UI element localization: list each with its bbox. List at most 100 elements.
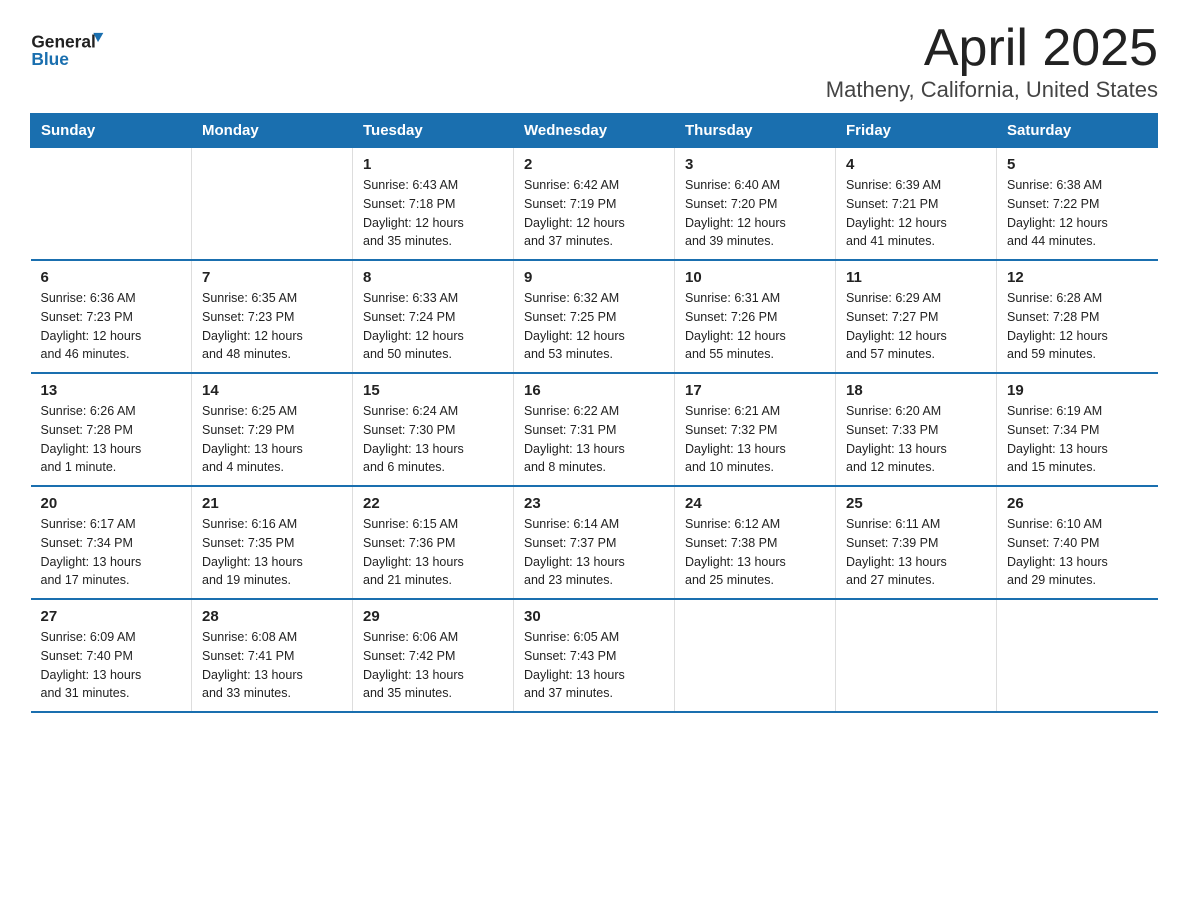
logo-image: General Blue	[30, 20, 110, 75]
calendar-cell: 19 Sunrise: 6:19 AM Sunset: 7:34 PM Dayli…	[997, 373, 1158, 486]
day-number: 27	[41, 608, 182, 625]
calendar-cell: 23 Sunrise: 6:14 AM Sunset: 7:37 PM Dayli…	[514, 486, 675, 599]
calendar-cell: 30Sunrise: 6:05 AM Sunset: 7:43 PM Dayli…	[514, 599, 675, 712]
day-number: 12	[1007, 269, 1148, 286]
calendar-week-3: 20Sunrise: 6:17 AM Sunset: 7:34 PM Dayli…	[31, 486, 1158, 599]
col-sunday: Sunday	[31, 114, 192, 148]
calendar-header-row: Sunday Monday Tuesday Wednesday Thursday…	[31, 114, 1158, 148]
calendar-cell: 14 Sunrise: 6:25 AM Sunset: 7:29 PM Dayli…	[192, 373, 353, 486]
day-info: Sunrise: 6:38 AM Sunset: 7:22 PM Dayligh…	[1007, 176, 1148, 251]
day-info: Sunrise: 6:26 AM Sunset: 7:28 PM Dayligh…	[41, 402, 182, 477]
day-number: 23	[524, 495, 664, 512]
day-info: Sunrise: 6:32 AM Sunset: 7:25 PM Dayligh…	[524, 289, 664, 364]
day-info: Sunrise: 6:09 AM Sunset: 7:40 PM Dayligh…	[41, 628, 182, 703]
col-saturday: Saturday	[997, 114, 1158, 148]
calendar-cell: 15 Sunrise: 6:24 AM Sunset: 7:30 PM Dayli…	[353, 373, 514, 486]
day-info: Sunrise: 6:11 AM Sunset: 7:39 PM Dayligh…	[846, 515, 986, 590]
calendar-cell: 27 Sunrise: 6:09 AM Sunset: 7:40 PM Dayli…	[31, 599, 192, 712]
calendar-cell: 20Sunrise: 6:17 AM Sunset: 7:34 PM Dayli…	[31, 486, 192, 599]
day-info: Sunrise: 6:31 AM Sunset: 7:26 PM Dayligh…	[685, 289, 825, 364]
day-info: Sunrise: 6:14 AM Sunset: 7:37 PM Dayligh…	[524, 515, 664, 590]
calendar-cell: 21 Sunrise: 6:16 AM Sunset: 7:35 PM Dayli…	[192, 486, 353, 599]
day-info: Sunrise: 6:35 AM Sunset: 7:23 PM Dayligh…	[202, 289, 342, 364]
day-number: 15	[363, 382, 503, 399]
calendar-week-0: 1 Sunrise: 6:43 AM Sunset: 7:18 PM Daylig…	[31, 148, 1158, 261]
day-number: 16	[524, 382, 664, 399]
calendar-cell: 1 Sunrise: 6:43 AM Sunset: 7:18 PM Daylig…	[353, 148, 514, 261]
day-number: 11	[846, 269, 986, 286]
title-block: April 2025 Matheny, California, United S…	[826, 20, 1158, 103]
page-header: General Blue April 2025 Matheny, Califor…	[30, 20, 1158, 103]
calendar-week-4: 27 Sunrise: 6:09 AM Sunset: 7:40 PM Dayli…	[31, 599, 1158, 712]
calendar-cell: 8 Sunrise: 6:33 AM Sunset: 7:24 PM Daylig…	[353, 260, 514, 373]
col-thursday: Thursday	[675, 114, 836, 148]
day-info: Sunrise: 6:24 AM Sunset: 7:30 PM Dayligh…	[363, 402, 503, 477]
day-info: Sunrise: 6:36 AM Sunset: 7:23 PM Dayligh…	[41, 289, 182, 364]
calendar-cell: 10 Sunrise: 6:31 AM Sunset: 7:26 PM Dayli…	[675, 260, 836, 373]
day-number: 1	[363, 156, 503, 173]
calendar-cell: 16 Sunrise: 6:22 AM Sunset: 7:31 PM Dayli…	[514, 373, 675, 486]
day-info: Sunrise: 6:43 AM Sunset: 7:18 PM Dayligh…	[363, 176, 503, 251]
calendar-table: Sunday Monday Tuesday Wednesday Thursday…	[30, 113, 1158, 713]
day-info: Sunrise: 6:05 AM Sunset: 7:43 PM Dayligh…	[524, 628, 664, 703]
col-friday: Friday	[836, 114, 997, 148]
calendar-cell: 12 Sunrise: 6:28 AM Sunset: 7:28 PM Dayli…	[997, 260, 1158, 373]
day-number: 4	[846, 156, 986, 173]
day-number: 21	[202, 495, 342, 512]
calendar-cell: 18Sunrise: 6:20 AM Sunset: 7:33 PM Dayli…	[836, 373, 997, 486]
day-number: 26	[1007, 495, 1148, 512]
day-info: Sunrise: 6:40 AM Sunset: 7:20 PM Dayligh…	[685, 176, 825, 251]
day-info: Sunrise: 6:33 AM Sunset: 7:24 PM Dayligh…	[363, 289, 503, 364]
calendar-cell: 5 Sunrise: 6:38 AM Sunset: 7:22 PM Daylig…	[997, 148, 1158, 261]
day-info: Sunrise: 6:17 AM Sunset: 7:34 PM Dayligh…	[41, 515, 182, 590]
calendar-cell	[675, 599, 836, 712]
day-number: 3	[685, 156, 825, 173]
day-number: 6	[41, 269, 182, 286]
day-number: 19	[1007, 382, 1148, 399]
day-number: 2	[524, 156, 664, 173]
day-number: 13	[41, 382, 182, 399]
calendar-cell: 17 Sunrise: 6:21 AM Sunset: 7:32 PM Dayli…	[675, 373, 836, 486]
col-tuesday: Tuesday	[353, 114, 514, 148]
day-info: Sunrise: 6:42 AM Sunset: 7:19 PM Dayligh…	[524, 176, 664, 251]
calendar-cell: 6 Sunrise: 6:36 AM Sunset: 7:23 PM Daylig…	[31, 260, 192, 373]
day-number: 22	[363, 495, 503, 512]
day-number: 17	[685, 382, 825, 399]
day-info: Sunrise: 6:19 AM Sunset: 7:34 PM Dayligh…	[1007, 402, 1148, 477]
day-info: Sunrise: 6:16 AM Sunset: 7:35 PM Dayligh…	[202, 515, 342, 590]
day-info: Sunrise: 6:39 AM Sunset: 7:21 PM Dayligh…	[846, 176, 986, 251]
day-number: 9	[524, 269, 664, 286]
calendar-week-2: 13 Sunrise: 6:26 AM Sunset: 7:28 PM Dayli…	[31, 373, 1158, 486]
day-number: 24	[685, 495, 825, 512]
calendar-cell: 26 Sunrise: 6:10 AM Sunset: 7:40 PM Dayli…	[997, 486, 1158, 599]
calendar-cell: 29Sunrise: 6:06 AM Sunset: 7:42 PM Dayli…	[353, 599, 514, 712]
day-number: 25	[846, 495, 986, 512]
day-info: Sunrise: 6:12 AM Sunset: 7:38 PM Dayligh…	[685, 515, 825, 590]
day-info: Sunrise: 6:22 AM Sunset: 7:31 PM Dayligh…	[524, 402, 664, 477]
calendar-cell: 9 Sunrise: 6:32 AM Sunset: 7:25 PM Daylig…	[514, 260, 675, 373]
calendar-cell: 13 Sunrise: 6:26 AM Sunset: 7:28 PM Dayli…	[31, 373, 192, 486]
day-info: Sunrise: 6:28 AM Sunset: 7:28 PM Dayligh…	[1007, 289, 1148, 364]
calendar-cell: 7 Sunrise: 6:35 AM Sunset: 7:23 PM Daylig…	[192, 260, 353, 373]
day-number: 7	[202, 269, 342, 286]
calendar-cell	[31, 148, 192, 261]
calendar-cell: 3 Sunrise: 6:40 AM Sunset: 7:20 PM Daylig…	[675, 148, 836, 261]
calendar-cell	[192, 148, 353, 261]
svg-text:Blue: Blue	[31, 49, 69, 69]
page-title: April 2025	[826, 20, 1158, 77]
day-number: 18	[846, 382, 986, 399]
calendar-cell: 28Sunrise: 6:08 AM Sunset: 7:41 PM Dayli…	[192, 599, 353, 712]
calendar-cell: 24 Sunrise: 6:12 AM Sunset: 7:38 PM Dayli…	[675, 486, 836, 599]
day-number: 14	[202, 382, 342, 399]
day-number: 8	[363, 269, 503, 286]
day-number: 10	[685, 269, 825, 286]
day-info: Sunrise: 6:21 AM Sunset: 7:32 PM Dayligh…	[685, 402, 825, 477]
day-number: 5	[1007, 156, 1148, 173]
day-info: Sunrise: 6:08 AM Sunset: 7:41 PM Dayligh…	[202, 628, 342, 703]
calendar-cell: 11Sunrise: 6:29 AM Sunset: 7:27 PM Dayli…	[836, 260, 997, 373]
day-info: Sunrise: 6:10 AM Sunset: 7:40 PM Dayligh…	[1007, 515, 1148, 590]
calendar-cell	[836, 599, 997, 712]
page-subtitle: Matheny, California, United States	[826, 77, 1158, 103]
col-wednesday: Wednesday	[514, 114, 675, 148]
day-info: Sunrise: 6:25 AM Sunset: 7:29 PM Dayligh…	[202, 402, 342, 477]
